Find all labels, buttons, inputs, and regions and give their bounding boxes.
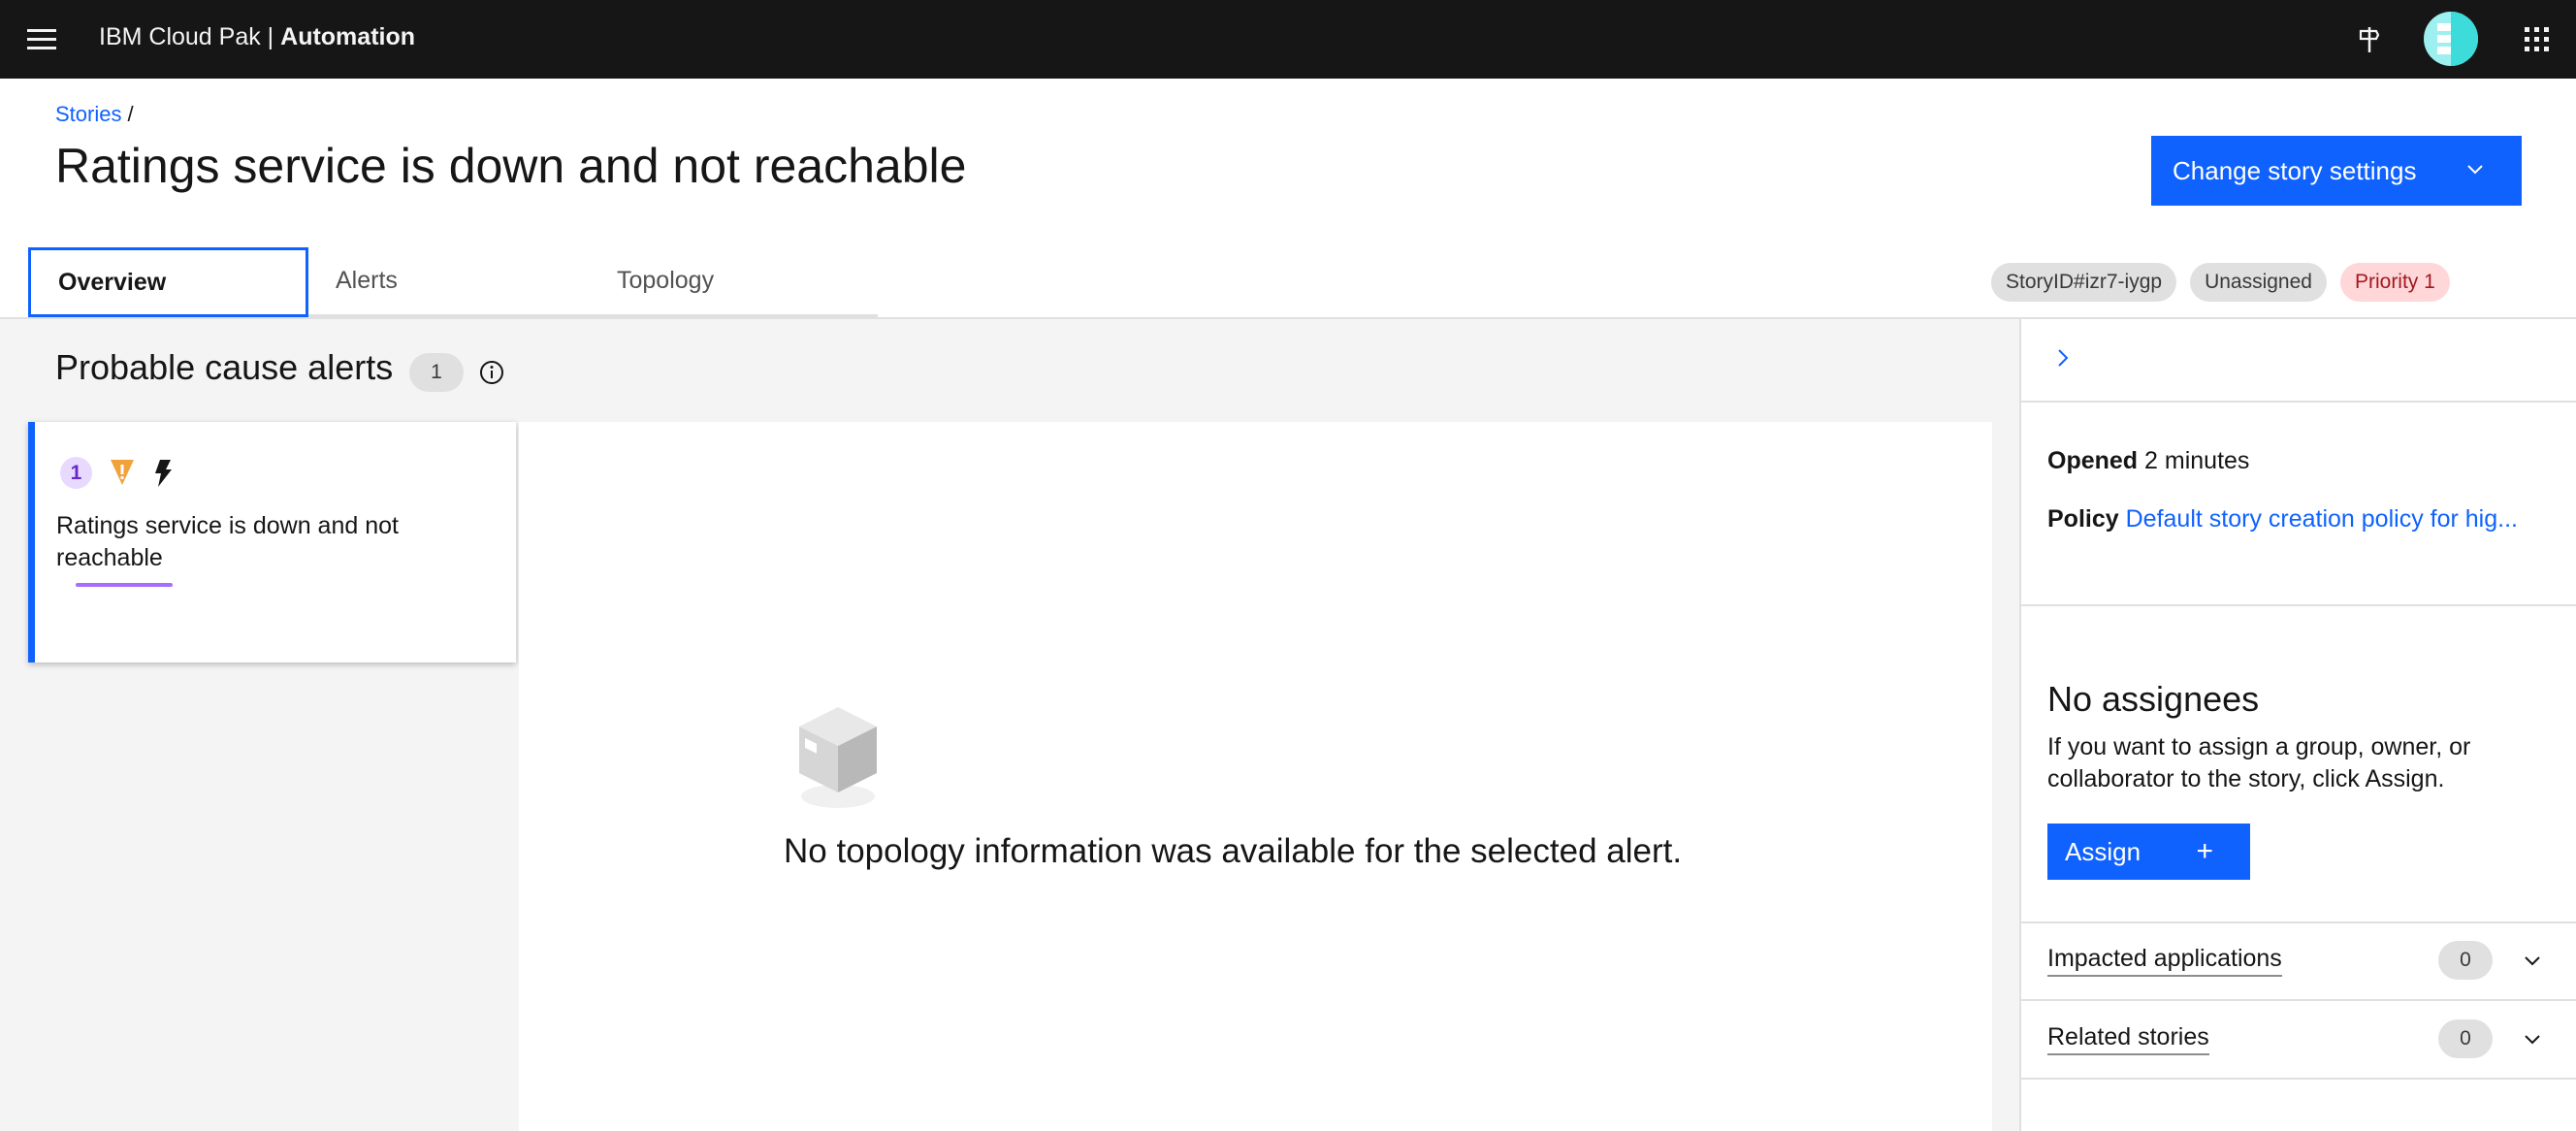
story-details-panel	[2019, 319, 2576, 1131]
topology-empty-message: No topology information was available fo…	[784, 832, 1683, 870]
lightning-bolt-icon	[155, 460, 172, 487]
tab-topology[interactable]: Topology	[590, 247, 878, 317]
alert-annotation-underline	[76, 583, 173, 587]
topology-pane	[519, 422, 1992, 1131]
panel-divider	[2019, 999, 2576, 1001]
policy-label: Policy	[2047, 505, 2119, 533]
opened-label: Opened	[2047, 447, 2139, 474]
assignment-tag: Unassigned	[2190, 263, 2327, 302]
page-title: Ratings service is down and not reachabl…	[55, 139, 967, 193]
alert-summary: Ratings service is down and not reachabl…	[56, 512, 399, 571]
chevron-down-icon	[2525, 956, 2540, 966]
panel-divider	[2019, 604, 2576, 606]
opened-detail: Opened 2 minutes	[2047, 447, 2249, 475]
avatar-icon[interactable]	[2422, 10, 2480, 68]
product-name: IBM Cloud Pak | Automation	[99, 0, 415, 79]
app-switcher-icon[interactable]	[2507, 10, 2565, 68]
change-story-settings-label: Change story settings	[2173, 155, 2417, 185]
assign-button[interactable]: Assign +	[2047, 824, 2250, 880]
chevron-down-icon	[2467, 165, 2483, 175]
impacted-applications-label: Impacted applications	[2047, 945, 2282, 977]
opened-value: 2 minutes	[2144, 447, 2250, 474]
brand-product: Automation	[280, 23, 416, 50]
no-assignees-title: No assignees	[2047, 679, 2260, 719]
related-stories-label: Related stories	[2047, 1023, 2209, 1055]
plus-icon: +	[2196, 835, 2213, 867]
panel-divider	[2019, 401, 2576, 403]
empty-box-icon	[799, 707, 877, 808]
chevron-right-icon[interactable]	[2049, 344, 2077, 372]
breadcrumb-separator: /	[127, 102, 134, 126]
menu-icon[interactable]	[21, 19, 62, 58]
policy-detail: Policy Default story creation policy for…	[2047, 505, 2518, 533]
top-header: IBM Cloud Pak | Automation	[0, 0, 2576, 79]
story-id-tag: StoryID#izr7-iygp	[1991, 263, 2177, 302]
info-icon[interactable]	[478, 359, 505, 386]
panel-divider	[2019, 921, 2576, 923]
tab-alerts[interactable]: Alerts	[308, 247, 590, 317]
priority-tag: Priority 1	[2339, 263, 2450, 302]
change-story-settings-button[interactable]: Change story settings	[2151, 136, 2522, 206]
impacted-applications-count: 0	[2438, 941, 2493, 980]
breadcrumb-stories-link[interactable]: Stories	[55, 102, 121, 126]
related-stories-accordion[interactable]: Related stories 0	[2047, 1012, 2552, 1066]
related-stories-count: 0	[2438, 1019, 2493, 1058]
probable-cause-count: 1	[409, 353, 464, 392]
probable-cause-alert-card[interactable]: 1 Ratings service is down and not reacha…	[28, 422, 516, 662]
no-assignees-description: If you want to assign a group, owner, or…	[2047, 733, 2471, 792]
story-tags: StoryID#izr7-iygp Unassigned Priority 1	[1991, 263, 2450, 302]
policy-link[interactable]: Default story creation policy for hig...	[2126, 505, 2518, 533]
alert-rank-badge: 1	[60, 457, 92, 489]
impacted-applications-accordion[interactable]: Impacted applications 0	[2047, 933, 2552, 987]
breadcrumb: Stories /	[55, 102, 134, 127]
chevron-down-icon	[2525, 1035, 2540, 1045]
assign-button-label: Assign	[2065, 836, 2141, 866]
signpost-icon[interactable]	[2339, 10, 2398, 68]
story-tabs: Overview Alerts Topology	[28, 247, 878, 317]
warning-severity-icon	[111, 460, 134, 485]
panel-divider	[2019, 1078, 2576, 1080]
brand-prefix: IBM Cloud Pak |	[99, 23, 274, 50]
probable-cause-title: Probable cause alerts	[55, 347, 394, 387]
tab-overview[interactable]: Overview	[28, 247, 308, 317]
